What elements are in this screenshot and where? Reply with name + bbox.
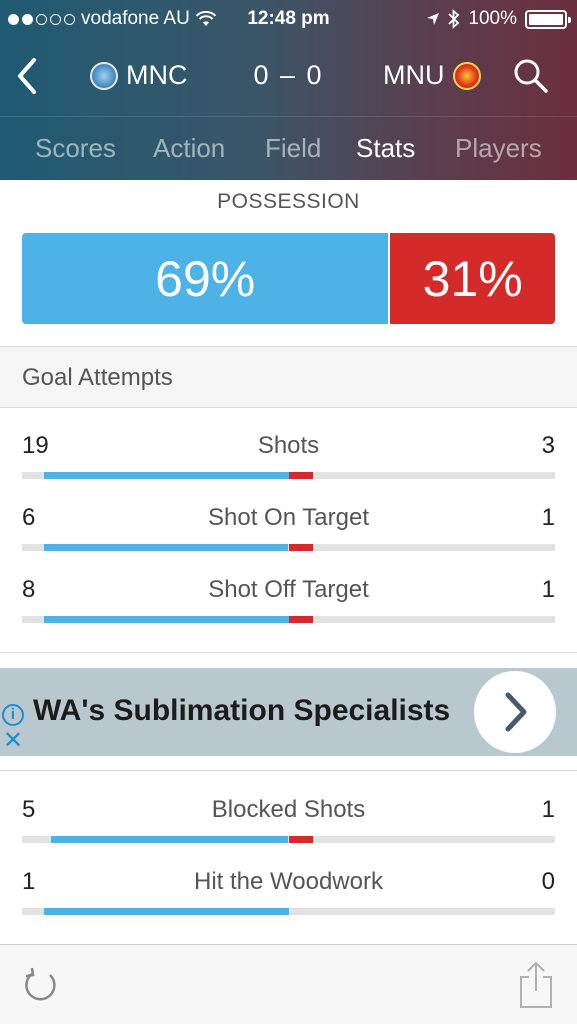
stat-bar: [22, 908, 555, 915]
divider: [0, 652, 577, 653]
ad-info-icon[interactable]: i: [2, 704, 24, 726]
away-stat-bar: [288, 544, 313, 551]
stat-label: Shot Off Target: [208, 576, 369, 603]
stat-row: 6 Shot On Target 1: [22, 504, 555, 564]
stat-row: 5 Blocked Shots 1: [22, 796, 555, 856]
tab-scores[interactable]: Scores: [35, 133, 116, 164]
match-nav-bar: MNC 0 – 0 MNU: [0, 48, 577, 104]
away-stat-value: 1: [541, 576, 555, 603]
tab-players[interactable]: Players: [455, 133, 542, 164]
stat-bar: [22, 836, 555, 843]
away-stat-value: 3: [541, 432, 555, 459]
home-stat-bar: [43, 616, 289, 623]
home-stat-bar: [43, 908, 289, 915]
match-score: 0 – 0: [253, 60, 324, 90]
possession-bar: 69% 31%: [22, 233, 555, 324]
tab-action[interactable]: Action: [153, 133, 225, 164]
stat-label: Hit the Woodwork: [194, 868, 383, 895]
home-stat-bar: [43, 472, 289, 479]
stat-row: 19 Shots 3: [22, 432, 555, 492]
goal-attempts-title: Goal Attempts: [22, 364, 173, 391]
away-stat-value: 1: [541, 504, 555, 531]
stat-bar: [22, 544, 555, 551]
home-stat-bar: [51, 836, 289, 843]
away-stat-value: 0: [541, 868, 555, 895]
possession-title: POSSESSION: [217, 190, 360, 213]
tab-field[interactable]: Field: [265, 133, 321, 164]
stat-label: Blocked Shots: [211, 796, 366, 823]
battery-percent: 100%: [468, 8, 517, 29]
away-stat-bar: [288, 836, 313, 843]
home-stat-bar: [44, 544, 289, 551]
stat-row: 1 Hit the Woodwork 0: [22, 868, 555, 928]
away-team-name: MNU: [383, 60, 445, 90]
away-stat-bar: [288, 472, 313, 479]
away-stat-bar: [288, 616, 313, 623]
match-header: vodafone AU 12:48 pm 100% MNC 0 – 0 MNU …: [0, 0, 577, 180]
ad-headline[interactable]: WA's Sublimation Specialists: [33, 694, 450, 728]
tab-stats[interactable]: Stats: [356, 133, 415, 164]
stat-row: 8 Shot Off Target 1: [22, 576, 555, 636]
stat-label: Shot On Target: [208, 504, 369, 531]
bluetooth-icon: [448, 9, 460, 29]
divider: [0, 770, 577, 771]
battery-icon: [525, 9, 571, 29]
location-arrow-icon: [427, 13, 440, 25]
away-stat-value: 1: [541, 796, 555, 823]
tab-bar: Scores Action Field Stats Players: [0, 116, 577, 180]
stat-bar: [22, 616, 555, 623]
refresh-icon[interactable]: [20, 965, 60, 1005]
advertisement-banner[interactable]: i ✕ WA's Sublimation Specialists: [0, 668, 577, 756]
chevron-right-icon[interactable]: [474, 671, 556, 753]
goal-attempts-header: Goal Attempts: [0, 346, 577, 408]
share-icon[interactable]: [516, 961, 556, 1009]
search-icon[interactable]: [511, 56, 551, 96]
close-icon[interactable]: ✕: [2, 729, 24, 753]
status-bar: vodafone AU 12:48 pm 100%: [0, 0, 577, 38]
away-possession: 31%: [390, 233, 555, 324]
away-team: MNU: [383, 60, 481, 91]
man-utd-crest-icon: [452, 61, 481, 90]
home-possession: 69%: [22, 233, 389, 324]
bottom-toolbar: [0, 944, 577, 1024]
stat-bar: [22, 472, 555, 479]
stat-label: Shots: [257, 432, 320, 459]
